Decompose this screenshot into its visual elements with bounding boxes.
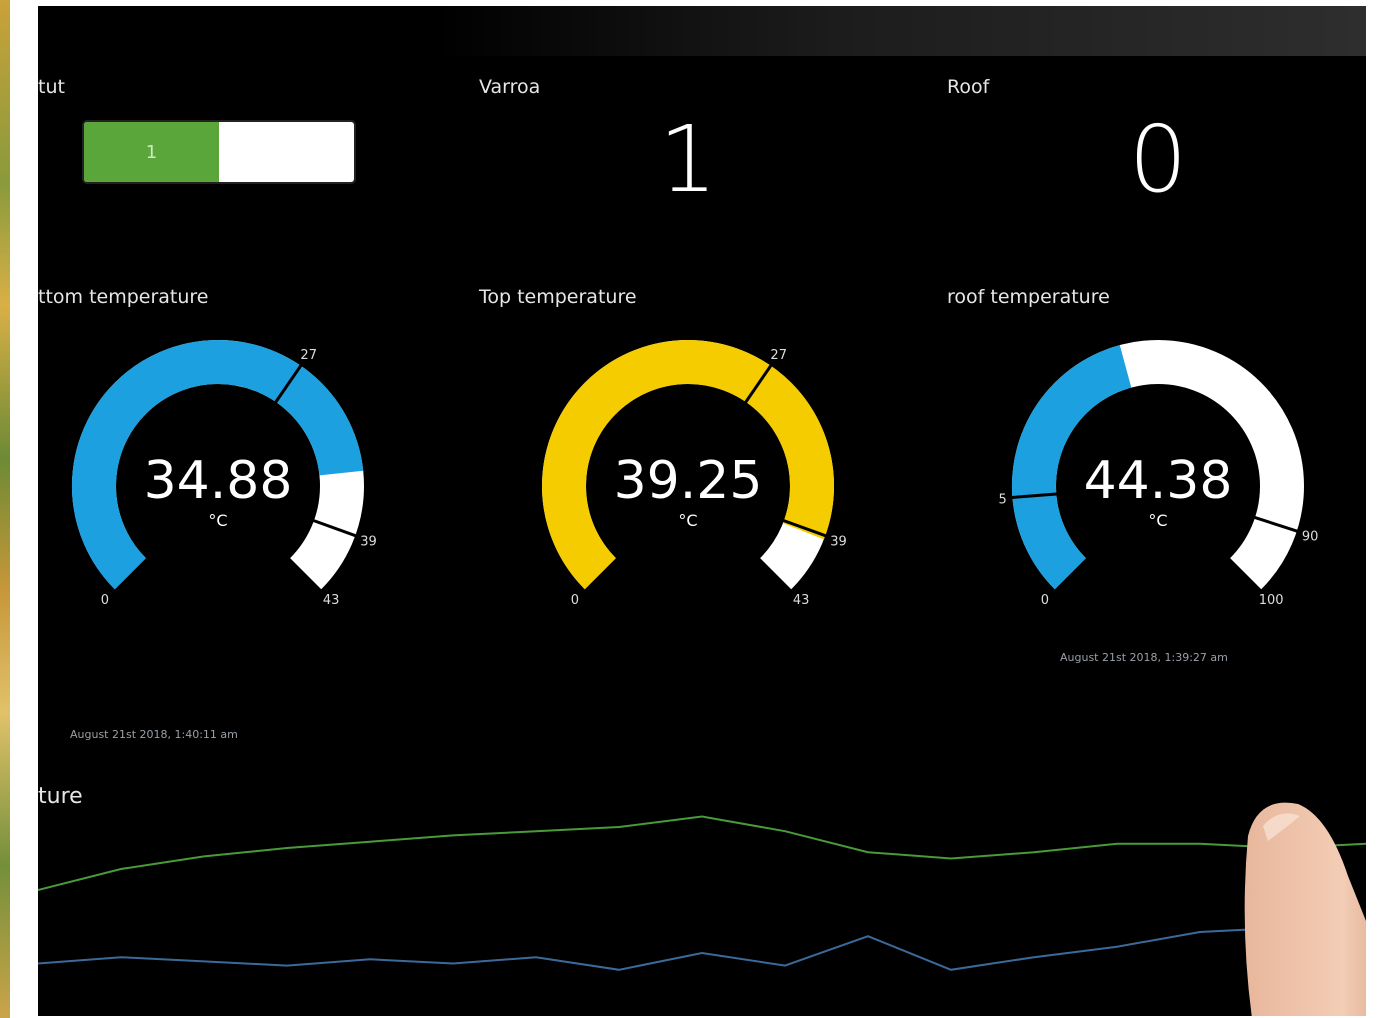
varroa-value: 1 [658, 106, 718, 213]
roof-value: 0 [1128, 106, 1188, 213]
gauge-unit: °C [678, 511, 697, 530]
roof-timestamp: August 21st 2018, 1:39:27 am [1060, 651, 1228, 664]
series-line-green [38, 815, 1366, 891]
bottom-temp-gauge: 34.88 °C 0 43 27 39 [72, 340, 377, 608]
finger-image [1244, 802, 1366, 1016]
temperature-line-chart [38, 815, 1366, 971]
roof-temp-gauge: 44.38 °C 0 100 15 90 [998, 340, 1318, 608]
gauge-min-label: 0 [571, 593, 579, 608]
gauge-mid-label: 27 [770, 348, 787, 363]
gauge-max-label: 43 [793, 593, 810, 608]
series-line-blue [38, 926, 1366, 971]
gauge-hi-label: 90 [1302, 529, 1318, 544]
gauge-mid-label: 15 [998, 493, 1007, 508]
gauge-hi-label: 39 [360, 534, 377, 549]
dashboard-screen: tut 1 Varroa 1 Roof 0 ttom temperature T… [38, 6, 1366, 1016]
gauge-value: 34.88 [144, 451, 293, 511]
gauge-unit: °C [208, 511, 227, 530]
gauge-hi-label: 39 [830, 534, 847, 549]
gauge-min-label: 0 [1041, 593, 1049, 608]
gauge-unit: °C [1148, 511, 1167, 530]
gauge-min-label: 0 [101, 593, 109, 608]
status-switch[interactable]: 1 [84, 122, 354, 182]
roof-label: Roof [947, 76, 990, 98]
roof-temp-label: roof temperature [947, 286, 1110, 308]
top-bar [38, 6, 1366, 56]
gauge-max-label: 43 [323, 593, 340, 608]
gauge-value: 44.38 [1084, 451, 1233, 511]
top-temp-gauge: 39.25 °C 0 43 27 39 [542, 340, 847, 608]
bottom-temp-label: ttom temperature [38, 286, 209, 308]
status-label: tut [38, 76, 65, 98]
background-flowers [0, 0, 10, 1018]
gauge-value: 39.25 [614, 451, 763, 511]
bottom-timestamp: August 21st 2018, 1:40:11 am [70, 728, 238, 741]
varroa-label: Varroa [479, 76, 541, 98]
gauge-mid-label: 27 [300, 348, 317, 363]
gauge-max-label: 100 [1259, 593, 1284, 608]
switch-fill: 1 [84, 122, 219, 182]
top-temp-label: Top temperature [479, 286, 637, 308]
